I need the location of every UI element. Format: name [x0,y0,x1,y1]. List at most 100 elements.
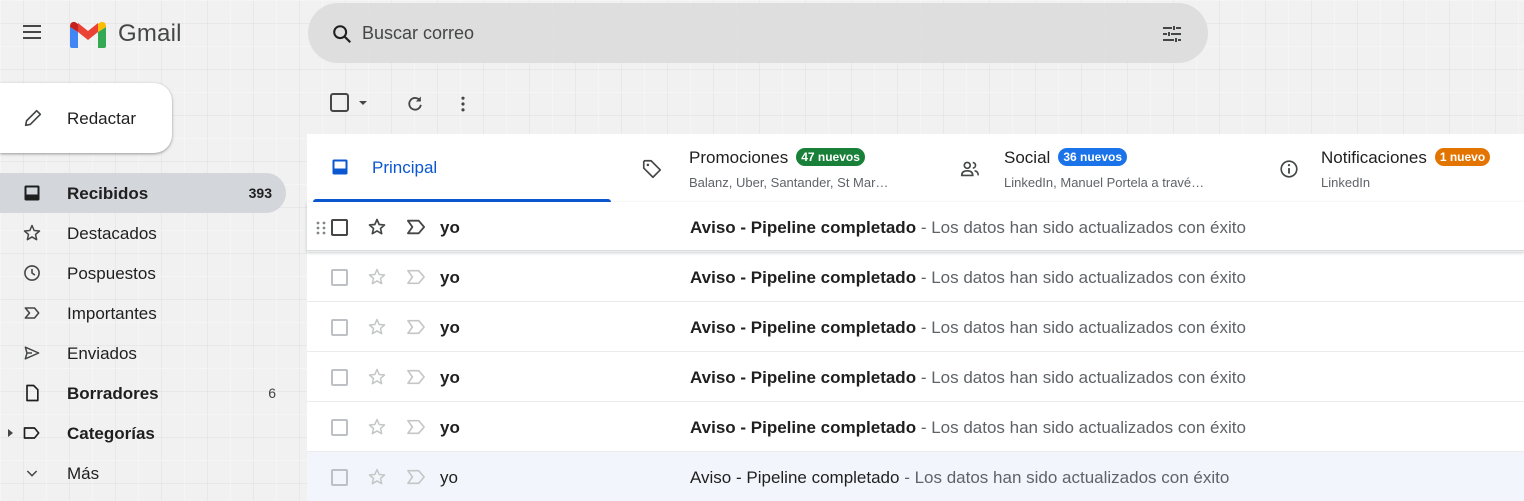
email-snippet: - Los datos han sido actualizados con éx… [916,218,1246,237]
tab-label: Principal [372,158,438,177]
star-icon[interactable] [367,467,387,487]
unread-count: 393 [248,185,272,201]
sidebar-item-mas[interactable]: Más [0,453,290,493]
sidebar-item-label: Enviados [67,344,137,363]
email-summary: Aviso - Pipeline completado - Los datos … [690,468,1229,488]
email-row[interactable]: yo Aviso - Pipeline completado - Los dat… [307,202,1524,252]
email-sender: yo [440,318,460,337]
sidebar-item-label: Borradores [67,384,159,403]
sidebar-item-enviados[interactable]: Enviados [0,333,290,373]
email-snippet: - Los datos han sido actualizados con éx… [899,468,1230,487]
tab-label: Notificaciones [1321,148,1427,167]
tab-label: Social [1004,148,1051,167]
tab-title-row: Promociones 47 nuevos [689,148,865,168]
main-menu-button[interactable] [14,14,50,50]
hamburger-menu-icon [23,25,41,39]
star-icon[interactable] [367,267,387,287]
email-sender: yo [440,368,460,387]
tab-title-row: Notificaciones 1 nuevo [1321,148,1491,168]
tab-label: Promociones [689,148,789,167]
row-checkbox[interactable] [331,369,348,386]
tag-icon [642,159,662,179]
tab-subtitle: LinkedIn [1321,175,1371,190]
list-toolbar [307,78,1524,128]
sidebar-item-destacados[interactable]: Destacados [0,213,290,253]
star-icon[interactable] [367,417,387,437]
sidebar-item-label: Destacados [67,224,157,243]
sidebar-item-borradores[interactable]: Borradores 6 [0,373,290,413]
select-all-checkbox[interactable] [327,90,375,116]
tab-promociones[interactable]: Promociones 47 nuevos Balanz, Uber, Santa… [629,134,945,202]
star-icon[interactable] [367,317,387,337]
tab-notificaciones[interactable]: Notificaciones 1 nuevo LinkedIn [1261,134,1524,202]
email-subject: Aviso - Pipeline completado [690,318,917,337]
gmail-logo[interactable]: Gmail [68,19,182,49]
row-checkbox[interactable] [331,219,348,236]
star-icon[interactable] [367,367,387,387]
sidebar-item-pospuestos[interactable]: Pospuestos [0,253,290,293]
sidebar-item-label: Importantes [67,304,157,323]
tab-subtitle: LinkedIn, Manuel Portela a travé… [1004,175,1205,190]
tab-social[interactable]: Social 36 nuevos LinkedIn, Manuel Portela… [945,134,1261,202]
search-options-icon[interactable] [1160,22,1184,46]
row-checkbox[interactable] [331,319,348,336]
sidebar-item-recibidos[interactable]: Recibidos 393 [0,173,286,213]
important-icon[interactable] [405,368,427,386]
sidebar-item-label: Más [67,464,100,483]
more-vert-icon [461,96,465,112]
search-input[interactable] [362,18,1122,48]
star-icon[interactable] [367,217,387,237]
label-icon [22,423,42,443]
row-checkbox[interactable] [331,469,348,486]
email-subject: Aviso - Pipeline completado [690,268,917,287]
expand-caret-icon[interactable] [7,428,15,438]
main-panel: Principal Promociones 47 nuevos Balanz, U… [307,78,1524,501]
email-row[interactable]: yo Aviso - Pipeline completado - Los dat… [307,402,1524,452]
sidebar-item-categorias[interactable]: Categorías [0,413,290,453]
drag-handle-icon[interactable] [315,220,327,236]
chevron-down-icon [22,463,42,483]
pencil-icon [24,109,42,127]
star-icon [22,223,42,243]
email-subject: Aviso - Pipeline completado [690,418,917,437]
search-icon[interactable] [331,23,353,45]
email-snippet: - Los datos han sido actualizados con éx… [916,318,1246,337]
sidebar-item-label: Categorías [67,424,155,443]
important-icon[interactable] [405,268,427,286]
row-checkbox[interactable] [331,269,348,286]
email-row[interactable]: yo Aviso - Pipeline completado - Los dat… [307,452,1524,501]
send-icon [22,343,42,363]
category-tabs: Principal Promociones 47 nuevos Balanz, U… [307,134,1524,202]
email-row[interactable]: yo Aviso - Pipeline completado - Los dat… [307,302,1524,352]
more-options-button[interactable] [451,92,475,116]
email-sender: yo [440,268,460,287]
important-icon[interactable] [405,468,427,486]
email-snippet: - Los datos han sido actualizados con éx… [916,418,1246,437]
refresh-button[interactable] [403,92,427,116]
tab-subtitle: Balanz, Uber, Santander, St Mar… [689,175,889,190]
row-checkbox[interactable] [331,419,348,436]
email-summary: Aviso - Pipeline completado - Los datos … [690,218,1246,238]
app-name: Gmail [118,20,182,47]
tab-title-row: Social 36 nuevos [1004,148,1128,168]
sidebar-item-label: Pospuestos [67,264,156,283]
sidebar-item-importantes[interactable]: Importantes [0,293,290,333]
email-row[interactable]: yo Aviso - Pipeline completado - Los dat… [307,352,1524,402]
new-count-badge: 47 nuevos [796,148,865,166]
email-row[interactable]: yo Aviso - Pipeline completado - Los dat… [307,252,1524,302]
email-summary: Aviso - Pipeline completado - Los datos … [690,368,1246,388]
email-sender: yo [440,418,460,437]
search-bar[interactable] [308,3,1208,63]
email-subject: Aviso - Pipeline completado [690,468,900,487]
email-subject: Aviso - Pipeline completado [690,368,917,387]
tab-principal[interactable]: Principal [307,134,611,202]
important-icon[interactable] [405,218,427,236]
email-subject: Aviso - Pipeline completado [690,218,917,237]
inbox-icon [332,159,348,175]
new-count-badge: 1 nuevo [1434,148,1491,166]
important-icon[interactable] [405,318,427,336]
compose-button[interactable]: Redactar [0,83,172,153]
email-list: yo Aviso - Pipeline completado - Los dat… [307,202,1524,501]
important-icon[interactable] [405,418,427,436]
gmail-m-icon [70,21,106,48]
